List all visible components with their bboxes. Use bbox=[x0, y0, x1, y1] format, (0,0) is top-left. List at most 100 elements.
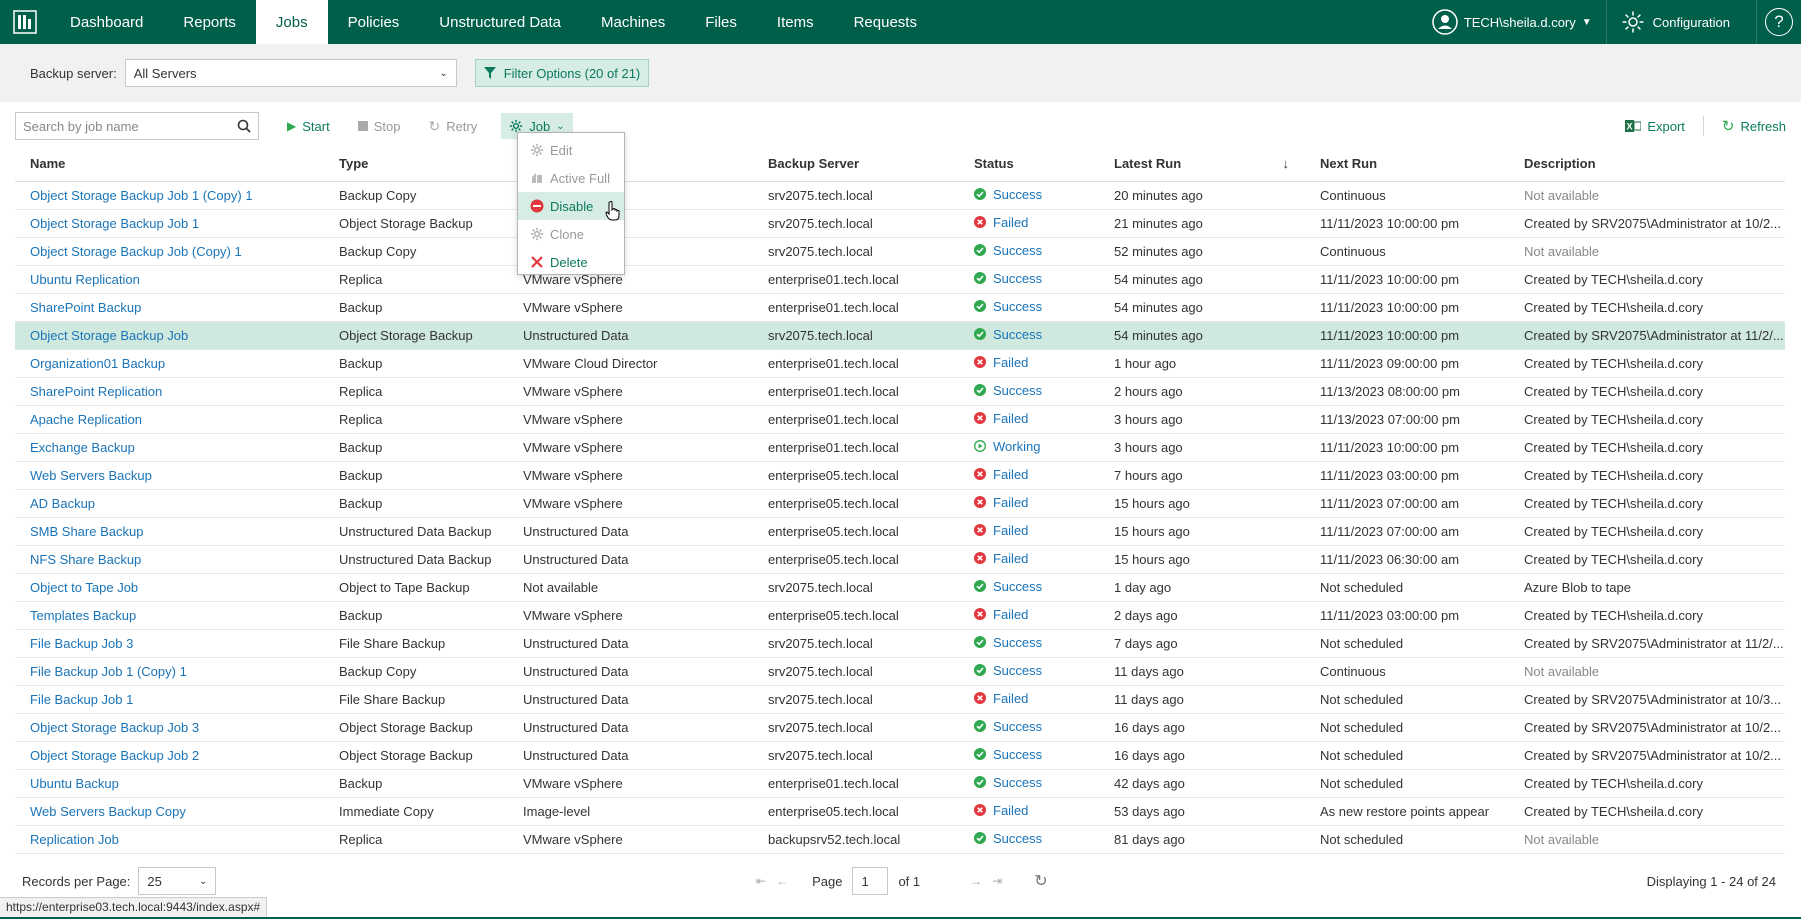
latest-run-cell: 42 days ago bbox=[1099, 769, 1305, 798]
menu-item-active-full[interactable]: Active Full bbox=[518, 164, 624, 192]
nav-tab-items[interactable]: Items bbox=[757, 0, 834, 44]
table-row[interactable]: SMB Share Backup Unstructured Data Backup… bbox=[15, 517, 1785, 546]
nav-tab-jobs[interactable]: Jobs bbox=[255, 0, 328, 44]
job-name-link[interactable]: Object Storage Backup Job 3 bbox=[15, 713, 324, 742]
job-name-link[interactable]: Object Storage Backup Job 1 (Copy) 1 bbox=[15, 181, 324, 210]
table-row[interactable]: Organization01 Backup Backup VMware Cloud … bbox=[15, 349, 1785, 378]
job-name-link[interactable]: Web Servers Backup bbox=[15, 461, 324, 490]
col-header-status[interactable]: Status bbox=[959, 147, 1099, 182]
col-header-backup-server[interactable]: Backup Server bbox=[753, 147, 959, 182]
table-row[interactable]: SharePoint Replication Replica VMware vSph… bbox=[15, 377, 1785, 406]
job-name-link[interactable]: Exchange Backup bbox=[15, 433, 324, 462]
search-input[interactable]: Search by job name bbox=[23, 119, 139, 134]
nav-tab-reports[interactable]: Reports bbox=[163, 0, 256, 44]
job-name-link[interactable]: Replication Job bbox=[15, 825, 324, 854]
table-row[interactable]: Object Storage Backup Job 1 (Copy) 1 Back… bbox=[15, 181, 1785, 210]
col-header-latest-run[interactable]: Latest Run ↓ bbox=[1099, 147, 1305, 182]
job-name-link[interactable]: Templates Backup bbox=[15, 601, 324, 630]
nav-tab-files[interactable]: Files bbox=[685, 0, 757, 44]
job-name-link[interactable]: Object Storage Backup Job (Copy) 1 bbox=[15, 237, 324, 266]
table-row[interactable]: File Backup Job 1 (Copy) 1 Backup Copy Uns… bbox=[15, 657, 1785, 686]
job-name-link[interactable]: File Backup Job 3 bbox=[15, 629, 324, 658]
help-button[interactable]: ? bbox=[1757, 0, 1801, 44]
jobs-table-container: Name Type Backup Server Status Latest Ru… bbox=[15, 147, 1785, 854]
status-cell: Failed bbox=[959, 517, 1099, 546]
col-header-next-run[interactable]: Next Run bbox=[1305, 147, 1509, 182]
configuration-button[interactable]: Configuration bbox=[1607, 0, 1757, 44]
reload-icon[interactable]: ↻ bbox=[1034, 871, 1047, 891]
table-row[interactable]: Templates Backup Backup VMware vSphere ente… bbox=[15, 601, 1785, 630]
search-icon[interactable] bbox=[237, 119, 251, 133]
table-row[interactable]: SharePoint Backup Backup VMware vSphere ent… bbox=[15, 293, 1785, 322]
error-circle-icon bbox=[974, 356, 986, 369]
menu-item-delete[interactable]: Delete bbox=[518, 248, 624, 276]
backup-server-select[interactable]: All Servers ⌄ bbox=[124, 59, 457, 87]
next-run-cell: 11/13/2023 08:00:00 pm bbox=[1305, 377, 1509, 406]
next-page-icon[interactable]: → bbox=[970, 874, 982, 888]
table-row[interactable]: Web Servers Backup Copy Immediate Copy Ima… bbox=[15, 797, 1785, 826]
menu-item-clone[interactable]: Clone bbox=[518, 220, 624, 248]
search-box[interactable]: Search by job name bbox=[15, 112, 259, 140]
filter-options-button[interactable]: Filter Options (20 of 21) bbox=[474, 59, 650, 87]
app-logo-icon[interactable] bbox=[0, 0, 50, 44]
col-header-name[interactable]: Name bbox=[15, 147, 324, 182]
page-input[interactable]: 1 bbox=[852, 867, 889, 895]
job-name-link[interactable]: NFS Share Backup bbox=[15, 545, 324, 574]
table-row[interactable]: Ubuntu Backup Backup VMware vSphere enterpr… bbox=[15, 769, 1785, 798]
job-name-link[interactable]: Organization01 Backup bbox=[15, 349, 324, 378]
table-row[interactable]: Apache Replication Replica VMware vSphere e… bbox=[15, 405, 1785, 434]
job-name-link[interactable]: Apache Replication bbox=[15, 405, 324, 434]
table-row[interactable]: File Backup Job 1 File Share Backup Unstru… bbox=[15, 685, 1785, 714]
user-menu[interactable]: TECH\sheila.d.cory ▼ bbox=[1418, 0, 1607, 44]
table-row[interactable]: Web Servers Backup Backup VMware vSphere en… bbox=[15, 461, 1785, 490]
job-name-link[interactable]: File Backup Job 1 bbox=[15, 685, 324, 714]
job-name-link[interactable]: Object Storage Backup Job bbox=[15, 321, 324, 350]
nav-tab-unstructured-data[interactable]: Unstructured Data bbox=[419, 0, 581, 44]
nav-tab-dashboard[interactable]: Dashboard bbox=[50, 0, 163, 44]
table-row[interactable]: Exchange Backup Backup VMware vSphere enter… bbox=[15, 433, 1785, 462]
table-row[interactable]: Object Storage Backup Job Object Storage … bbox=[15, 321, 1785, 350]
job-name-link[interactable]: AD Backup bbox=[15, 489, 324, 518]
job-name-link[interactable]: Object Storage Backup Job 2 bbox=[15, 741, 324, 770]
nav-tab-policies[interactable]: Policies bbox=[328, 0, 420, 44]
retry-button[interactable]: ↻ Retry bbox=[428, 118, 477, 135]
prev-page-icon[interactable]: ← bbox=[776, 874, 788, 888]
stop-button[interactable]: Stop bbox=[357, 119, 400, 134]
job-name-link[interactable]: Object to Tape Job bbox=[15, 573, 324, 602]
job-name-link[interactable]: Web Servers Backup Copy bbox=[15, 797, 324, 826]
nav-tab-machines[interactable]: Machines bbox=[581, 0, 685, 44]
table-row[interactable]: Object Storage Backup Job 1 Object Storag… bbox=[15, 209, 1785, 238]
table-row[interactable]: Object Storage Backup Job (Copy) 1 Backup… bbox=[15, 237, 1785, 266]
table-row[interactable]: Ubuntu Replication Replica VMware vSphere e… bbox=[15, 265, 1785, 294]
nav-tab-requests[interactable]: Requests bbox=[834, 0, 937, 44]
job-name-link[interactable]: SharePoint Replication bbox=[15, 377, 324, 406]
col-header-type[interactable]: Type bbox=[324, 147, 508, 182]
table-row[interactable]: NFS Share Backup Unstructured Data Backup… bbox=[15, 545, 1785, 574]
export-button[interactable]: X Export bbox=[1625, 119, 1685, 134]
col-header-description[interactable]: Description bbox=[1509, 147, 1785, 182]
gear-icon bbox=[530, 143, 544, 157]
refresh-button[interactable]: ↻ Refresh bbox=[1722, 117, 1786, 135]
first-page-icon[interactable]: ⇤ bbox=[756, 874, 766, 888]
job-name-link[interactable]: SMB Share Backup bbox=[15, 517, 324, 546]
records-per-page-select[interactable]: 25 ⌄ bbox=[138, 867, 217, 895]
table-row[interactable]: AD Backup Backup VMware vSphere enterprise0… bbox=[15, 489, 1785, 518]
job-name-link[interactable]: Ubuntu Replication bbox=[15, 265, 324, 294]
job-name-link[interactable]: Ubuntu Backup bbox=[15, 769, 324, 798]
table-row[interactable]: File Backup Job 3 File Share Backup Unstru… bbox=[15, 629, 1785, 658]
menu-item-edit[interactable]: Edit bbox=[518, 136, 624, 164]
start-button[interactable]: ▶ Start bbox=[287, 119, 330, 134]
job-name-link[interactable]: File Backup Job 1 (Copy) 1 bbox=[15, 657, 324, 686]
table-row[interactable]: Object to Tape Job Object to Tape Backup N… bbox=[15, 573, 1785, 602]
job-name-link[interactable]: Object Storage Backup Job 1 bbox=[15, 209, 324, 238]
last-page-icon[interactable]: ⇥ bbox=[992, 874, 1002, 888]
job-type-cell: Backup Copy bbox=[324, 237, 508, 266]
menu-item-disable[interactable]: Disable bbox=[518, 192, 624, 221]
latest-run-cell: 11 days ago bbox=[1099, 685, 1305, 714]
job-name-link[interactable]: SharePoint Backup bbox=[15, 293, 324, 322]
job-type-cell: Backup Copy bbox=[324, 181, 508, 210]
status-cell: Success bbox=[959, 713, 1099, 742]
table-row[interactable]: Replication Job Replica VMware vSphere back… bbox=[15, 825, 1785, 854]
table-row[interactable]: Object Storage Backup Job 2 Object Storag… bbox=[15, 741, 1785, 770]
table-row[interactable]: Object Storage Backup Job 3 Object Storag… bbox=[15, 713, 1785, 742]
